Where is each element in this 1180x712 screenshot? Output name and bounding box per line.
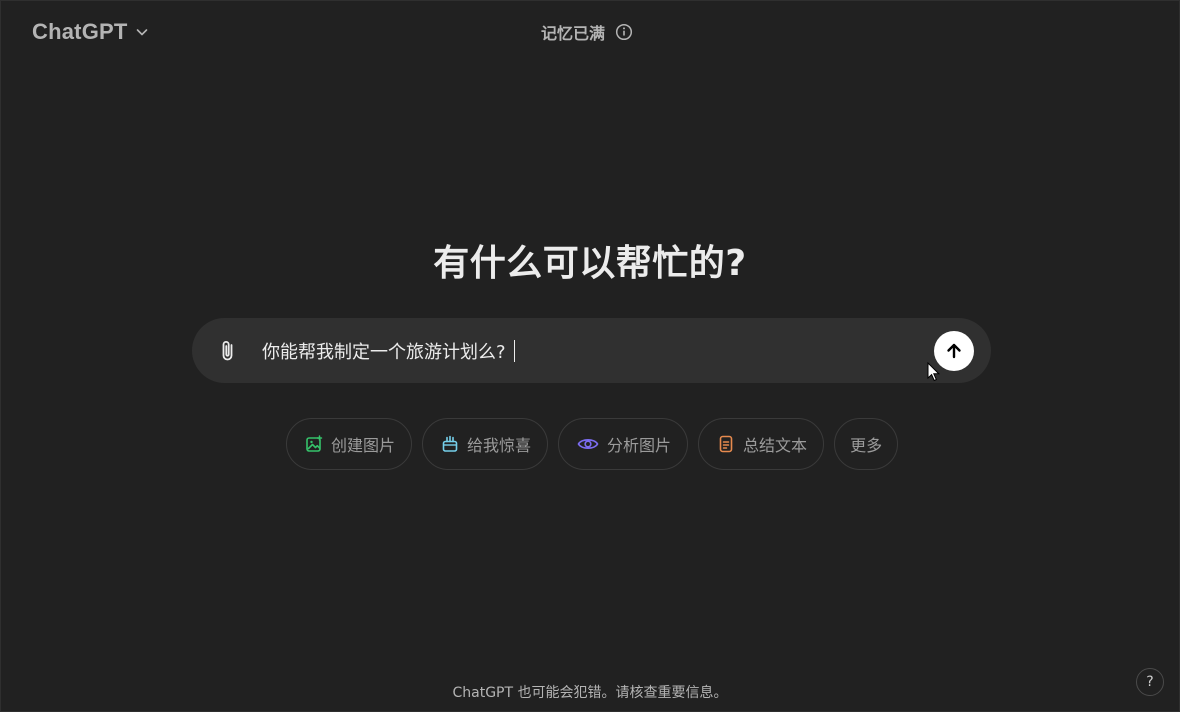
- image-create-icon: [305, 435, 323, 453]
- suggestion-more[interactable]: 更多: [834, 418, 899, 470]
- page-title: 有什么可以帮忙的?: [433, 243, 747, 284]
- arrow-up-icon: [944, 341, 964, 361]
- info-icon[interactable]: [615, 23, 633, 41]
- suggestion-surprise-me[interactable]: 给我惊喜: [422, 418, 549, 470]
- help-label: ?: [1146, 674, 1154, 690]
- document-icon: [717, 435, 735, 453]
- memory-status[interactable]: 记忆已满: [541, 18, 633, 46]
- paperclip-icon[interactable]: [216, 338, 240, 364]
- chip-label: 给我惊喜: [467, 436, 532, 455]
- chip-label: 总结文本: [743, 436, 808, 455]
- suggestion-create-image[interactable]: 创建图片: [286, 418, 413, 470]
- message-composer: 你能帮我制定一个旅游计划么?: [192, 318, 991, 383]
- help-button[interactable]: ?: [1136, 668, 1164, 696]
- chip-label: 分析图片: [607, 436, 672, 455]
- suggestion-analyze-image[interactable]: 分析图片: [558, 418, 689, 470]
- message-input[interactable]: 你能帮我制定一个旅游计划么?: [262, 338, 516, 364]
- disclaimer-text: ChatGPT 也可能会犯错。请核查重要信息。: [452, 685, 728, 701]
- gift-icon: [441, 435, 459, 453]
- chip-label: 创建图片: [331, 436, 396, 455]
- model-selector[interactable]: ChatGPT: [22, 14, 160, 50]
- memory-status-label: 记忆已满: [541, 24, 606, 43]
- eye-icon: [577, 435, 599, 453]
- mouse-pointer-icon: [927, 362, 941, 382]
- text-caret: [513, 340, 516, 362]
- chip-label: 更多: [850, 436, 883, 455]
- chevron-down-icon: [134, 24, 150, 40]
- suggestion-summarize-text[interactable]: 总结文本: [698, 418, 825, 470]
- model-name: ChatGPT: [32, 19, 128, 44]
- message-input-value: 你能帮我制定一个旅游计划么?: [262, 342, 506, 363]
- suggestion-chips: 创建图片 给我惊喜 分析图片 总结文本 更多: [286, 418, 899, 470]
